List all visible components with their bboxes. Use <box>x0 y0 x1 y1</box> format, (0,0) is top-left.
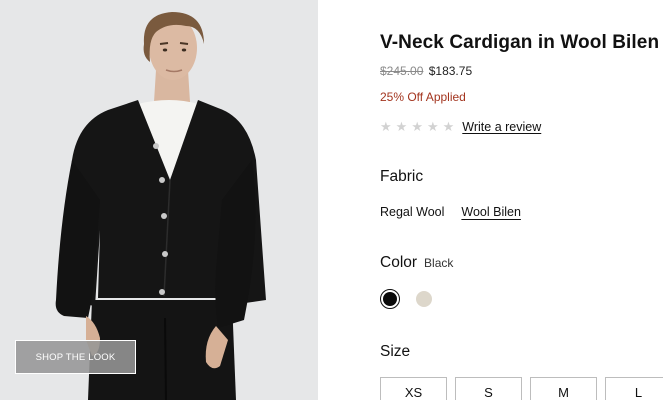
product-details-panel: V-Neck Cardigan in Wool Bilen $245.00 $1… <box>380 0 663 400</box>
rating-row: ★ ★ ★ ★ ★ Write a review <box>380 120 541 135</box>
original-price: $245.00 <box>380 64 424 78</box>
fabric-options: Regal Wool Wool Bilen <box>380 205 521 219</box>
price-row: $245.00 $183.75 <box>380 64 472 78</box>
star-icon: ★ <box>380 119 392 134</box>
sale-price: $183.75 <box>428 64 473 78</box>
size-option-s[interactable]: S <box>455 377 522 400</box>
fabric-label: Fabric <box>380 168 424 185</box>
product-title: V-Neck Cardigan in Wool Bilen <box>380 32 660 53</box>
star-icon: ★ <box>426 119 439 134</box>
discount-text: 25% Off Applied <box>380 90 466 104</box>
swatch-oatmeal-fill <box>416 291 432 307</box>
color-label: Color <box>380 254 418 271</box>
product-image-panel: SHOP THE LOOK <box>0 0 318 400</box>
size-option-l[interactable]: L <box>605 377 663 400</box>
star-icon: ★ <box>411 119 423 134</box>
fabric-option-regal-wool[interactable]: Regal Wool <box>380 205 444 219</box>
swatch-oatmeal[interactable] <box>414 289 434 309</box>
fabric-option-wool-bilen[interactable]: Wool Bilen <box>461 205 521 219</box>
swatch-black[interactable] <box>380 289 400 309</box>
write-review-link[interactable]: Write a review <box>462 120 541 134</box>
size-label: Size <box>380 343 411 360</box>
size-options: XS S M L <box>380 377 663 400</box>
shop-the-look-button[interactable]: SHOP THE LOOK <box>15 340 136 374</box>
rating-stars: ★ ★ ★ ★ ★ <box>380 120 454 134</box>
selected-color-value: Black <box>424 256 454 270</box>
star-icon: ★ <box>395 119 408 134</box>
star-icon: ★ <box>442 119 455 134</box>
color-swatches <box>380 289 434 309</box>
size-option-xs[interactable]: XS <box>380 377 447 400</box>
swatch-black-fill <box>383 292 397 306</box>
color-row: Color Black <box>380 254 453 272</box>
size-option-m[interactable]: M <box>530 377 597 400</box>
